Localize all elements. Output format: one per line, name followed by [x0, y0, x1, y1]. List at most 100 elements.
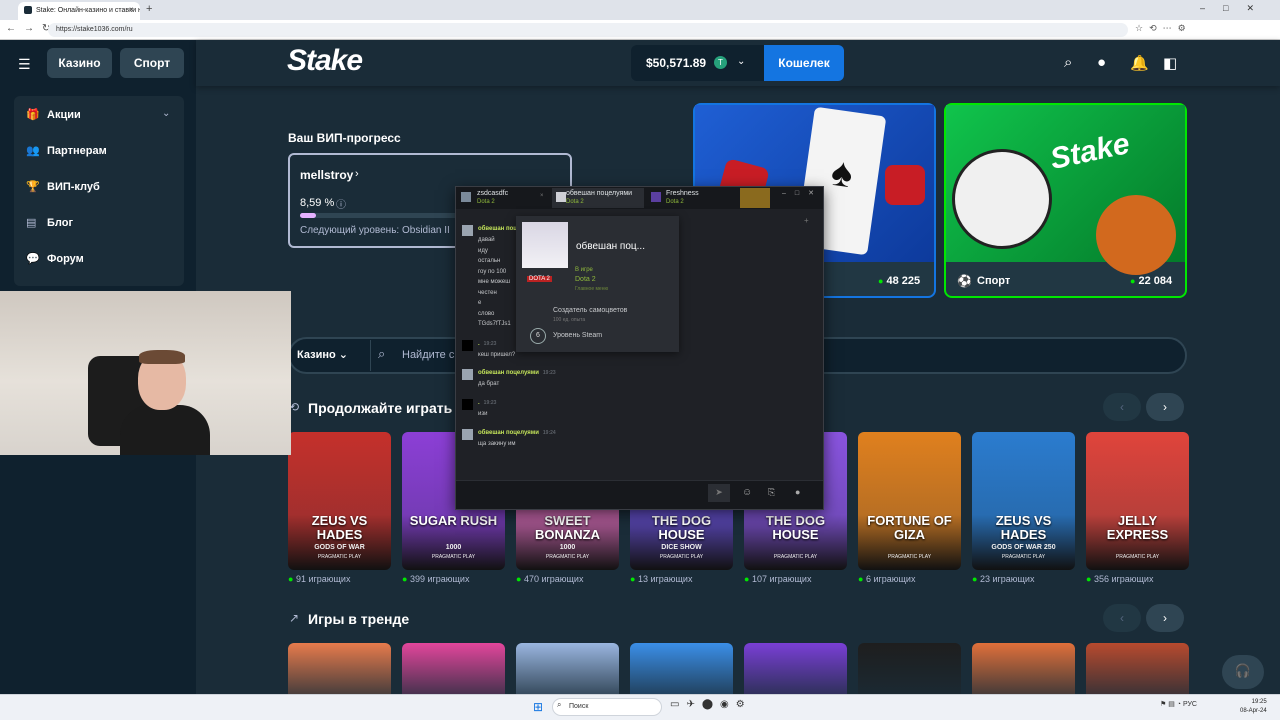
profile-status: В игре	[575, 267, 593, 273]
search-icon: ⌕	[378, 346, 386, 361]
casino-button[interactable]: Казино	[47, 48, 112, 78]
chat-tab-3[interactable]: Freshness Dota 2	[652, 188, 737, 208]
search-input[interactable]: Найдите с	[402, 349, 454, 361]
trending-game-tile[interactable]	[402, 643, 505, 694]
game-tile[interactable]: JELLY EXPRESS PRAGMATIC PLAY	[1086, 432, 1189, 570]
game-title: THE DOG HOUSE	[765, 513, 826, 542]
game-players: ● 23 играющих	[972, 574, 1034, 584]
sidebar-item-forum[interactable]: Форум	[47, 253, 84, 265]
chat-author: . 19:23	[478, 400, 496, 406]
chat-author: обвешан поцелуями 19:24	[478, 430, 556, 436]
trending-game-tile[interactable]	[630, 643, 733, 694]
game-tile[interactable]: ZEUS VS HADES GODS OF WAR 250 PRAGMATIC PL…	[972, 432, 1075, 570]
profile-badge-xp: 100 ед. опыта	[553, 317, 586, 323]
profile-name: обвешан поц...	[576, 241, 645, 252]
support-chat-button[interactable]: 🎧	[1222, 655, 1264, 689]
chat-icon: 💬	[26, 253, 40, 265]
dice-icon	[885, 165, 925, 205]
continue-playing-title[interactable]: Продолжайте играть	[308, 400, 452, 416]
sidebar-item-partners[interactable]: Партнерам	[47, 145, 107, 157]
url-input[interactable]: https://stake1036.com/ru	[48, 23, 1128, 37]
game-tile[interactable]: ZEUS VS HADES GODS OF WAR PRAGMATIC PLAY	[288, 432, 391, 570]
menu-icon[interactable]: ☰	[18, 56, 31, 73]
chat-author: . 19:23	[478, 341, 496, 347]
game-subtitle: 1000	[559, 544, 576, 551]
send-icon[interactable]: ➤	[708, 484, 730, 502]
chat-time: 19:23	[483, 400, 497, 406]
wallet-button[interactable]: Кошелек	[764, 45, 844, 81]
game-players-count: 470 играющих	[523, 574, 584, 584]
online-dot-icon: ●	[744, 574, 752, 584]
search-icon: ⌕	[557, 700, 562, 709]
sport-button[interactable]: Спорт	[120, 48, 184, 78]
info-icon[interactable]: ⓘ	[336, 196, 346, 211]
avatar	[556, 192, 566, 202]
chevron-down-icon[interactable]: ⌄	[737, 56, 745, 67]
game-players: ● 6 играющих	[858, 574, 915, 584]
chat-message-line: давай	[478, 237, 495, 243]
streamer-body	[120, 405, 210, 455]
game-provider: PRAGMATIC PLAY	[1001, 554, 1046, 560]
window-controls[interactable]: –□✕	[1200, 3, 1272, 14]
windows-start-icon[interactable]: ⊞	[533, 700, 543, 714]
voice-icon[interactable]: ●	[795, 487, 800, 497]
chat-message-line: иду	[478, 247, 488, 254]
taskbar-clock[interactable]: 19:25 08-Apr-24	[1240, 698, 1267, 716]
system-tray[interactable]: ⚑ ▤ ◔ РУС	[1160, 700, 1197, 708]
taskbar-search[interactable]: Поиск	[552, 698, 662, 716]
taskbar-app-icons[interactable]: ▭✈⬤◉⚙	[670, 699, 752, 710]
trending-game-tile[interactable]	[744, 643, 847, 694]
trending-game-tile[interactable]	[288, 643, 391, 694]
bell-icon[interactable]: 🔔	[1130, 54, 1149, 72]
chat-tab-overflow[interactable]	[740, 188, 770, 208]
search-icon[interactable]: ⌕	[1064, 54, 1072, 71]
game-title: ZEUS VS HADES	[311, 513, 368, 542]
online-dot-icon: ●	[402, 574, 410, 584]
sidebar-item-blog[interactable]: Блог	[47, 217, 73, 229]
chat-time: 19:23	[542, 370, 556, 376]
sidebar-item-promotions[interactable]: Акции	[47, 109, 81, 121]
chat-author: обвешан поцелуями 19:23	[478, 370, 556, 376]
casino-players-count: ● 48 225	[878, 275, 921, 287]
trending-game-tile[interactable]	[516, 643, 619, 694]
game-title: FORTUNE OF GIZA	[867, 513, 952, 542]
stake-logo[interactable]: Stake	[287, 44, 363, 78]
trending-game-tile[interactable]	[1086, 643, 1189, 694]
browser-tab-active[interactable]: Stake: Онлайн-казино и ставки н...	[18, 2, 140, 20]
attach-icon[interactable]: ⎘	[768, 487, 775, 498]
user-icon[interactable]: ●	[1097, 54, 1106, 71]
game-title: SUGAR RUSH	[409, 513, 498, 528]
game-players-count: 91 играющих	[295, 574, 351, 584]
sidebar-item-vip-club[interactable]: ВИП-клуб	[47, 181, 100, 193]
close-icon[interactable]: ×	[540, 193, 544, 199]
new-tab-button[interactable]: +	[146, 3, 152, 15]
emoji-icon[interactable]: ☺	[742, 487, 752, 498]
search-category-select[interactable]: Казино ⌄	[297, 348, 348, 361]
chevron-down-icon[interactable]: ⌄	[162, 108, 170, 119]
prev-arrow-button[interactable]: ‹	[1103, 604, 1141, 632]
trending-games-title[interactable]: Игры в тренде	[308, 611, 409, 627]
game-subtitle: GODS OF WAR 250	[991, 544, 1056, 551]
sidebar-toggle-icon[interactable]: ◧	[1163, 54, 1177, 72]
avatar	[462, 429, 473, 440]
tether-coin-icon: T	[714, 56, 727, 69]
prev-arrow-button[interactable]: ‹	[1103, 393, 1141, 421]
trending-game-tile[interactable]	[972, 643, 1075, 694]
add-friend-icon[interactable]: +	[804, 216, 809, 225]
vip-progress-fill	[300, 213, 316, 218]
chat-window-controls[interactable]: –□✕	[782, 189, 823, 197]
next-arrow-button[interactable]: ›	[1146, 604, 1184, 632]
avatar	[462, 225, 473, 236]
vip-username[interactable]: mellstroy	[300, 168, 353, 182]
trending-game-tile[interactable]	[858, 643, 961, 694]
online-dot-icon: ●	[288, 574, 296, 584]
browser-toolbar-icons[interactable]: ☆⟲⋯⚙	[1135, 23, 1192, 34]
tab-close-icon[interactable]: ×	[129, 5, 134, 14]
game-tile[interactable]: FORTUNE OF GIZA PRAGMATIC PLAY	[858, 432, 961, 570]
sport-card-label: Спорт	[977, 275, 1011, 287]
game-players-count: 107 играющих	[751, 574, 812, 584]
game-players: ● 470 играющих	[516, 574, 583, 584]
stake-favicon-icon	[24, 6, 32, 14]
chat-time: 19:23	[483, 341, 497, 347]
next-arrow-button[interactable]: ›	[1146, 393, 1184, 421]
